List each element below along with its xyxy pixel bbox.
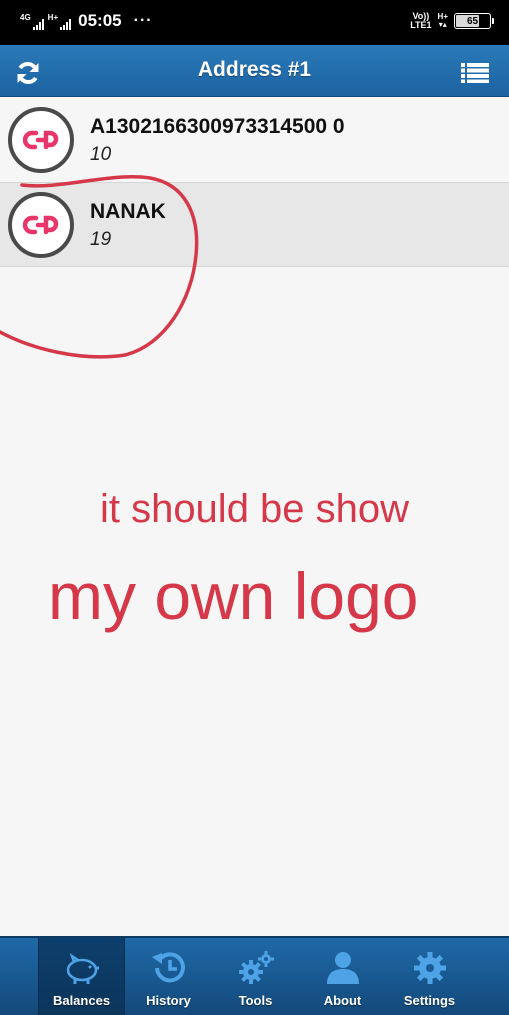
app-header: Address #1: [0, 45, 509, 97]
bottom-nav: Balances History Tools About Settings: [0, 936, 509, 1015]
annotation-text: it should be show: [99, 487, 410, 531]
annotation-text-large: my own logo: [48, 559, 419, 633]
tab-label: Balances: [52, 993, 111, 1008]
address-label: NANAK: [90, 200, 166, 223]
user-icon: [326, 952, 359, 984]
gear-icon: [413, 952, 446, 984]
battery-icon: 65: [454, 13, 494, 29]
list-item[interactable]: A1302166300973314500 0 10: [0, 98, 509, 183]
list-menu-icon: [461, 63, 489, 83]
lte-label: LTE1: [410, 20, 432, 30]
coinpayments-logo-icon: [8, 107, 74, 173]
coinpayments-logo: [23, 130, 59, 150]
tab-label: History: [146, 993, 191, 1008]
data-indicator: H+ ▾▴: [438, 13, 448, 29]
address-label: A1302166300973314500 0: [90, 115, 345, 138]
more-notifications-icon: ···: [133, 12, 153, 29]
tab-label: About: [323, 993, 362, 1008]
signal-bars-icon: [32, 19, 44, 30]
data-arrows-icon: ▾▴: [438, 20, 447, 29]
address-balance: 10: [90, 144, 112, 165]
tab-tools[interactable]: Tools: [212, 938, 299, 1015]
tab-balances[interactable]: Balances: [38, 938, 125, 1015]
tab-label: Settings: [403, 993, 456, 1008]
history-icon: [151, 952, 185, 983]
gears-icon: [238, 951, 274, 984]
list-menu-button[interactable]: [461, 63, 489, 83]
signal-1: 4G: [20, 14, 44, 30]
status-left: 4G H+ 05:05 ···: [20, 12, 153, 30]
coinpayments-logo-icon: [8, 192, 74, 258]
network-type-1: 4G: [20, 13, 31, 22]
piggy-bank-icon: [66, 952, 99, 984]
tab-settings[interactable]: Settings: [386, 938, 473, 1015]
list-item[interactable]: NANAK 19: [0, 183, 509, 267]
tab-history[interactable]: History: [125, 938, 212, 1015]
battery-percent: 65: [466, 15, 479, 27]
tab-about[interactable]: About: [299, 938, 386, 1015]
network-type-2: H+: [47, 13, 59, 22]
volte-indicator: Vo)) LTE1: [410, 12, 431, 30]
address-list: A1302166300973314500 0 10 NANAK 19: [0, 98, 509, 267]
coinpayments-logo: [23, 215, 59, 235]
status-bar: 4G H+ 05:05 ··· Vo)) LTE1 H+ ▾▴ 65: [0, 0, 509, 45]
page-title: Address #1: [197, 58, 312, 81]
status-right: Vo)) LTE1 H+ ▾▴ 65: [410, 12, 494, 30]
tab-label: Tools: [238, 993, 273, 1008]
clock: 05:05: [78, 11, 122, 30]
signal-2: H+: [48, 14, 72, 30]
address-balance: 19: [90, 229, 112, 250]
signal-bars-icon: [60, 19, 72, 30]
